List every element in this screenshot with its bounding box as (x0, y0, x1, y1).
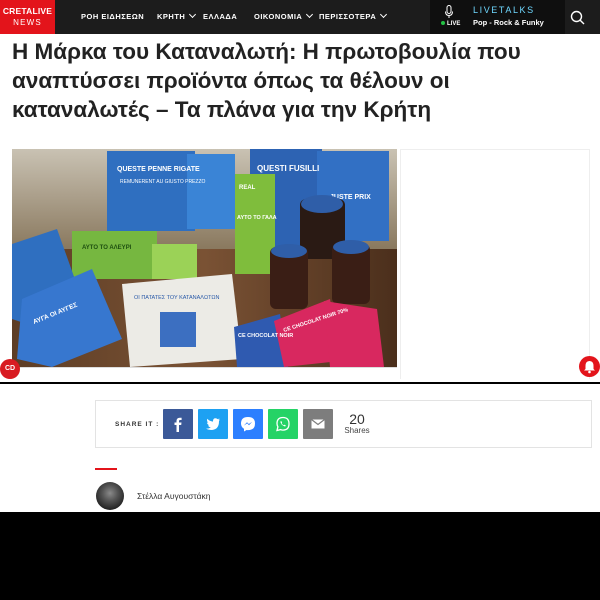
article-meta-area: SHARE IT : 20 Shares Στέλλα Αυγουστάκη (0, 384, 600, 512)
nav-item-economy[interactable]: ΟΙΚΟΝΟΜΙΑ (254, 0, 314, 34)
email-share-button[interactable] (303, 409, 333, 439)
products-photo: QUESTE PENNE RIGATE REMUNERENT AU GIUSTO… (12, 149, 397, 367)
top-navigation-bar: CRETALIVE NEWS ΡΟΗ ΕΙΔΗΣΕΩΝ ΚΡΗΤΗ ΕΛΛΑΔΑ… (0, 0, 600, 34)
cd-badge[interactable]: CD (0, 359, 20, 379)
microphone-icon (445, 5, 453, 18)
accent-rule (95, 468, 117, 470)
nav-item-news-feed[interactable]: ΡΟΗ ΕΙΔΗΣΕΩΝ (81, 0, 144, 34)
livetalks-player[interactable]: LIVE LIVETALKS Pop - Rock & Funky (430, 0, 565, 34)
bell-icon (584, 361, 595, 374)
pasta-sub-label: REMUNERENT AU GIUSTO PREZZO (120, 179, 205, 185)
livetalks-title: LIVETALKS (473, 5, 535, 15)
fusilli-label: QUESTI FUSILLI (257, 164, 319, 173)
notification-bell-button[interactable] (579, 356, 600, 377)
facebook-icon (174, 417, 182, 432)
livetalks-subtitle: Pop - Rock & Funky (473, 18, 544, 27)
email-icon (311, 419, 325, 429)
avatar[interactable] (96, 482, 124, 510)
logo-line-1: CRETALIVE (2, 6, 53, 16)
nav-item-crete[interactable]: ΚΡΗΤΗ (157, 0, 197, 34)
nav-item-label: ΠΕΡΙΣΣΟΤΕΡΑ (319, 12, 377, 21)
messenger-share-button[interactable] (233, 409, 263, 439)
chevron-down-icon (306, 10, 314, 19)
nav-item-label: ΕΛΛΑΔΑ (203, 12, 238, 21)
image-underline (12, 367, 397, 368)
chevron-down-icon (189, 10, 197, 19)
chevron-down-icon (380, 10, 388, 19)
chocolate-label-1: CE CHOCOLAT NOIR (238, 333, 293, 339)
twitter-icon (206, 418, 220, 430)
whatsapp-share-button[interactable] (268, 409, 298, 439)
share-count-label: Shares (344, 426, 370, 435)
site-logo[interactable]: CRETALIVE NEWS (0, 0, 55, 34)
nav-item-label: ΚΡΗΤΗ (157, 12, 186, 21)
live-dot-icon (441, 21, 445, 25)
pasta-label: QUESTE PENNE RIGATE (117, 166, 200, 173)
twitter-share-button[interactable] (198, 409, 228, 439)
share-count-number: 20 (349, 411, 365, 427)
milk-label: ΑΥΤΟ ΤΟ ΓΑΛΑ (237, 215, 277, 221)
potatoes-label: ΟΙ ΠΑΤΑΤΕΣ ΤΟΥ ΚΑΤΑΝΑΛΩΤΩΝ (134, 295, 219, 301)
flour-label: ΑΥΤΟ ΤΟ ΑΛΕΥΡΙ (82, 245, 132, 251)
real-label: REAL (239, 185, 256, 191)
logo-line-2: NEWS (13, 18, 42, 27)
share-label: SHARE IT : (115, 421, 160, 428)
article-area: Η Μάρκα του Καταναλωτή: Η πρωτοβουλία πο… (0, 34, 600, 382)
side-advertisement-slot (400, 149, 590, 379)
article-hero-image: QUESTE PENNE RIGATE REMUNERENT AU GIUSTO… (12, 149, 397, 367)
nav-item-greece[interactable]: ΕΛΛΑΔΑ (203, 0, 237, 34)
search-icon[interactable] (568, 8, 588, 28)
share-bar: SHARE IT : 20 Shares (95, 400, 592, 448)
whatsapp-icon (276, 416, 290, 432)
facebook-share-button[interactable] (163, 409, 193, 439)
author-name[interactable]: Στέλλα Αυγουστάκη (137, 491, 211, 501)
share-counter: 20 Shares (342, 411, 372, 435)
nav-item-label: ΟΙΚΟΝΟΜΙΑ (254, 12, 303, 21)
live-status: LIVE (441, 21, 460, 27)
messenger-icon (241, 417, 255, 432)
nav-item-more[interactable]: ΠΕΡΙΣΣΟΤΕΡΑ (319, 0, 388, 34)
article-headline: Η Μάρκα του Καταναλωτή: Η πρωτοβουλία πο… (12, 39, 521, 122)
nav-item-label: ΡΟΗ ΕΙΔΗΣΕΩΝ (81, 12, 145, 21)
